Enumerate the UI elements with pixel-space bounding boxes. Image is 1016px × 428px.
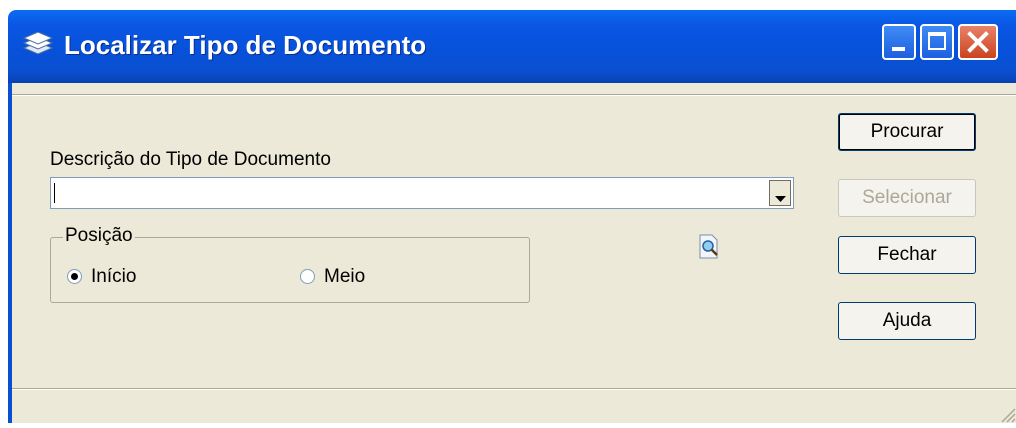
status-separator [12, 388, 1016, 390]
top-separator [12, 94, 1016, 96]
chevron-down-icon [775, 190, 786, 208]
maximize-button[interactable] [920, 24, 954, 60]
dialog-window: Localizar Tipo de Documento Descrição do… [0, 0, 1016, 423]
title-bar[interactable]: Localizar Tipo de Documento [8, 10, 1016, 83]
minimize-button[interactable] [882, 24, 916, 60]
resize-grip-icon[interactable] [996, 403, 1016, 423]
radio-meio-circle[interactable] [300, 269, 315, 284]
position-groupbox: Posição Início Meio [50, 225, 530, 303]
text-caret [54, 183, 55, 203]
help-button-label: Ajuda [882, 310, 932, 331]
help-button[interactable]: Ajuda [838, 302, 976, 340]
radio-meio[interactable]: Meio [300, 266, 440, 290]
minimize-icon [892, 47, 905, 51]
description-combobox[interactable] [50, 177, 794, 209]
description-label: Descrição do Tipo de Documento [50, 149, 331, 170]
dialog-client-area: Descrição do Tipo de Documento Posição I… [12, 83, 1016, 423]
radio-inicio-circle[interactable] [67, 269, 82, 284]
close-icon [966, 30, 990, 59]
select-button[interactable]: Selecionar [838, 179, 976, 217]
close-dialog-button-label: Fechar [877, 244, 937, 265]
close-dialog-button[interactable]: Fechar [838, 236, 976, 274]
radio-inicio[interactable]: Início [67, 266, 207, 290]
radio-meio-label: Meio [324, 266, 366, 287]
radio-selected-dot [71, 273, 78, 280]
position-legend: Posição [63, 225, 135, 247]
close-button[interactable] [958, 24, 998, 60]
maximize-icon [928, 32, 946, 50]
radio-inicio-label: Início [91, 266, 137, 287]
search-button[interactable]: Procurar [838, 113, 976, 151]
search-button-label: Procurar [870, 121, 944, 142]
dropdown-button[interactable] [769, 180, 791, 206]
window-title: Localizar Tipo de Documento [64, 30, 427, 60]
find-document-icon [698, 234, 720, 260]
select-button-label: Selecionar [862, 187, 952, 208]
stacked-documents-icon [22, 31, 54, 58]
